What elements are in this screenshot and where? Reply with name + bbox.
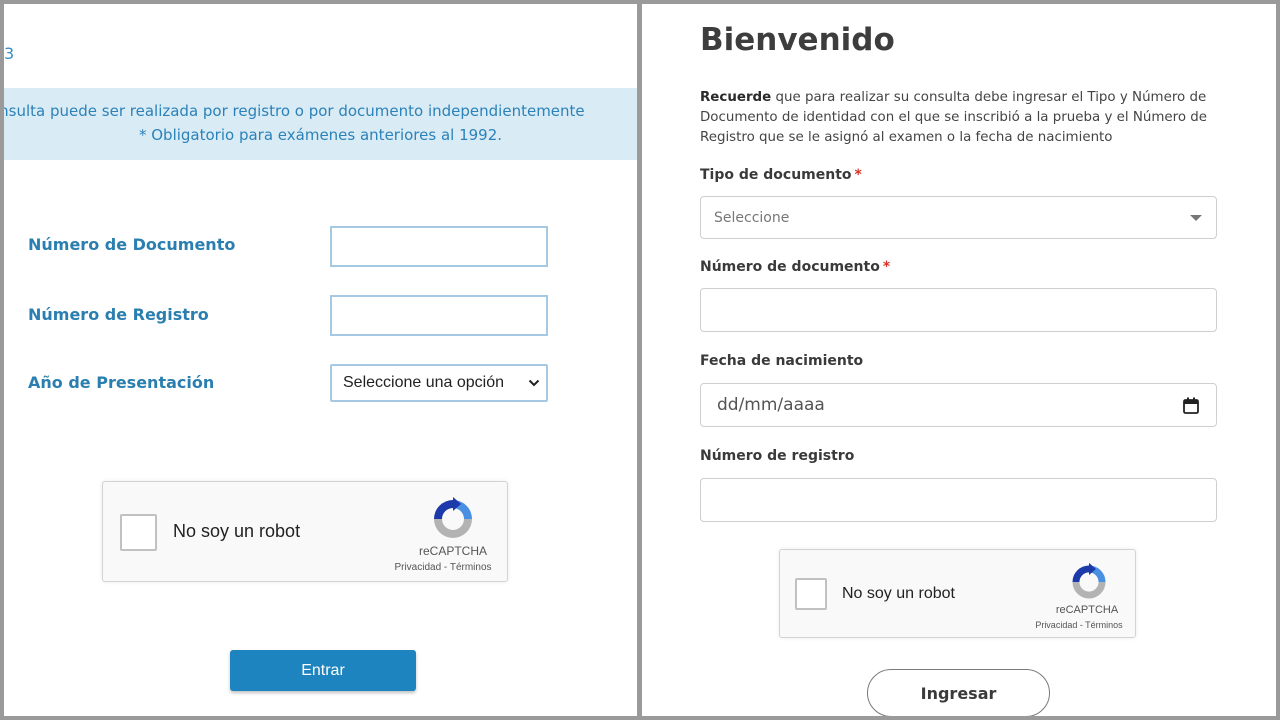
tipo-documento-label: Tipo de documento *: [700, 167, 862, 183]
recaptcha-logo-icon: [1072, 562, 1106, 599]
anio-label: Año de Presentación: [28, 373, 215, 392]
tipo-documento-placeholder: Seleccione: [714, 209, 790, 226]
caret-down-icon: [1190, 215, 1202, 221]
entrar-button[interactable]: Entrar: [230, 650, 416, 691]
edge-fragment: 3: [4, 44, 15, 63]
numero-registro-label: Número de registro: [700, 448, 855, 464]
documento-label: Número de Documento: [28, 235, 236, 254]
recaptcha-widget: No soy un robot reCAPTCHA Privacidad - T…: [102, 481, 508, 582]
required-mark: *: [882, 259, 891, 275]
required-mark: *: [854, 167, 862, 183]
recaptcha-links[interactable]: Privacidad - Términos: [383, 562, 503, 573]
recaptcha-brand: reCAPTCHA: [418, 544, 487, 558]
intro-body: que para realizar su consulta debe ingre…: [700, 90, 1208, 145]
intro-bold: Recuerde: [700, 90, 772, 105]
recaptcha-checkbox[interactable]: [120, 514, 157, 551]
page-title: Bienvenido: [700, 22, 895, 58]
fecha-nacimiento-label: Fecha de nacimiento: [700, 353, 864, 369]
numero-documento-label: Número de documento *: [700, 259, 890, 275]
info-notice: onsulta puede ser realizada por registro…: [4, 88, 637, 160]
registro-label: Número de Registro: [28, 305, 209, 324]
chevron-down-icon: [528, 379, 540, 387]
numero-documento-label-text: Número de documento: [700, 259, 880, 275]
calendar-icon[interactable]: [1183, 397, 1199, 414]
notice-text: onsulta puede ser realizada por registro…: [4, 102, 585, 120]
tipo-documento-select[interactable]: Seleccione: [700, 196, 1217, 239]
ingresar-button[interactable]: Ingresar: [867, 669, 1050, 716]
registro-input[interactable]: [330, 295, 548, 336]
fecha-placeholder: dd/mm/aaaa: [717, 395, 825, 415]
intro-text: Recuerde que para realizar su consulta d…: [700, 88, 1240, 148]
tipo-documento-label-text: Tipo de documento: [700, 167, 852, 183]
anio-select-value: Seleccione una opción: [343, 374, 505, 391]
old-form-panel: 3 onsulta puede ser realizada por regist…: [4, 4, 637, 716]
recaptcha-checkbox[interactable]: [795, 578, 827, 610]
recaptcha-label: No soy un robot: [842, 585, 955, 602]
notice-required-note: * Obligatorio para exámenes anteriores a…: [138, 126, 503, 144]
new-form-panel: Bienvenido Recuerde que para realizar su…: [642, 4, 1276, 716]
anio-select[interactable]: Seleccione una opción: [330, 364, 548, 402]
recaptcha-widget: No soy un robot reCAPTCHA Privacidad - T…: [779, 549, 1136, 638]
numero-documento-input[interactable]: [700, 288, 1217, 332]
recaptcha-logo-icon: [434, 497, 472, 538]
documento-input[interactable]: [330, 226, 548, 267]
fecha-nacimiento-input[interactable]: dd/mm/aaaa: [700, 383, 1217, 427]
recaptcha-links[interactable]: Privacidad - Términos: [1024, 620, 1134, 630]
recaptcha-label: No soy un robot: [173, 521, 301, 541]
recaptcha-brand: reCAPTCHA: [1055, 604, 1119, 616]
numero-registro-input[interactable]: [700, 478, 1217, 522]
